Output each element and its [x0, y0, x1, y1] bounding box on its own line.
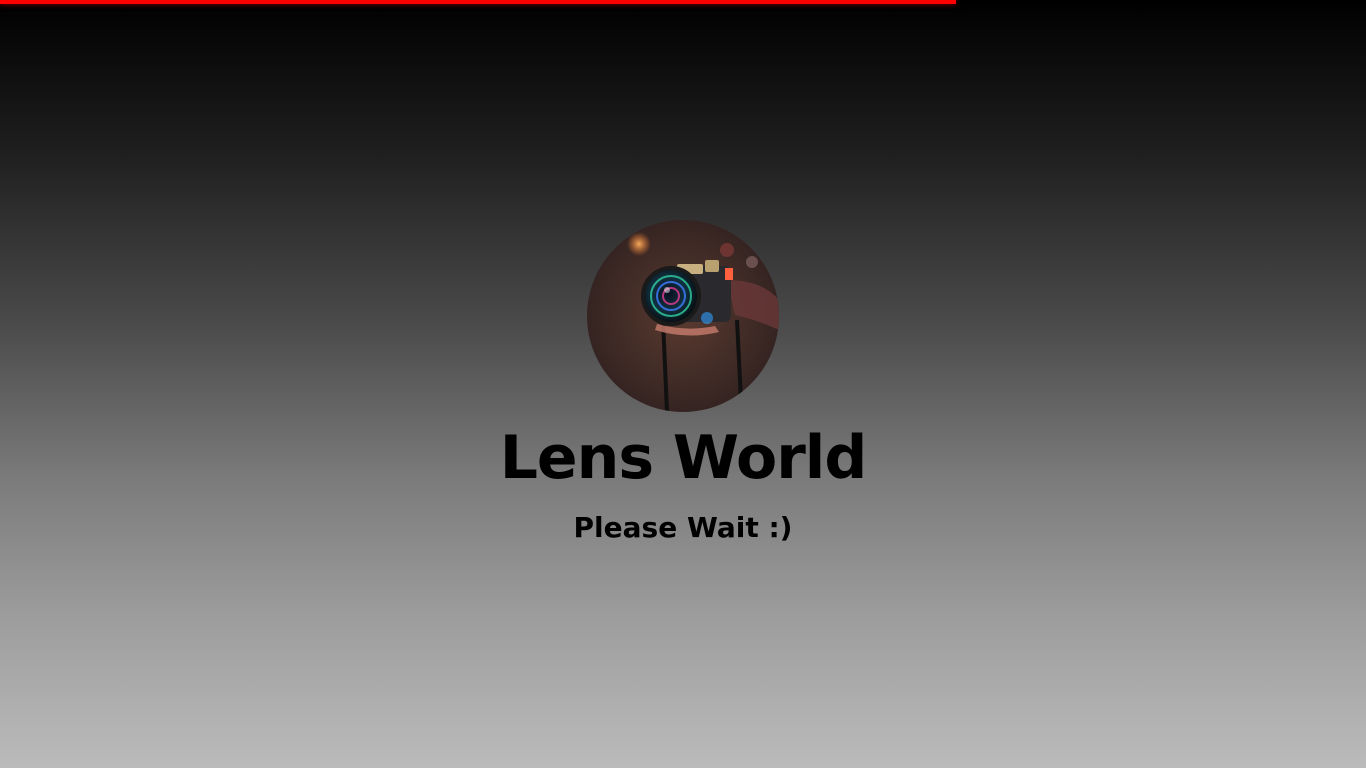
splash-content: Lens World Please Wait :)	[0, 220, 1366, 542]
page-title: Lens World	[499, 423, 868, 493]
loading-progress-fill	[0, 0, 957, 4]
loading-progress-bar	[0, 0, 1366, 4]
loading-message: Please Wait :)	[573, 511, 793, 544]
camera-photo-icon	[587, 220, 779, 412]
